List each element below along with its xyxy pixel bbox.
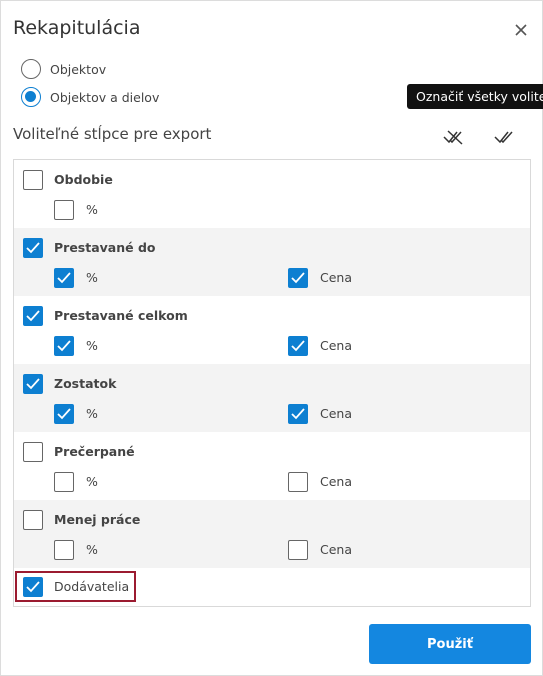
sub-label: Cena [320, 542, 353, 557]
group-obdobie: Obdobie % [14, 160, 530, 228]
select-all-icon[interactable] [493, 126, 515, 146]
checkbox-prestavane-do-cena[interactable] [288, 268, 308, 288]
sub-label: % [86, 270, 98, 285]
radio-objektov-a-dielov[interactable]: Objektov a dielov [21, 86, 159, 108]
sub-label: % [86, 406, 98, 421]
sub-label: % [86, 474, 98, 489]
radio-objektov[interactable]: Objektov [21, 58, 106, 80]
sub-label: % [86, 202, 98, 217]
checkbox-precerpane[interactable] [23, 442, 43, 462]
sub-label: Cena [320, 474, 353, 489]
checkbox-prestavane-celkom-percent[interactable] [54, 336, 74, 356]
checkbox-zostatok-cena[interactable] [288, 404, 308, 424]
close-icon[interactable] [511, 20, 531, 40]
deselect-all-icon[interactable] [442, 126, 464, 146]
highlight-box [15, 571, 136, 602]
select-all-tooltip: Označiť všetky voliteľné [407, 84, 543, 109]
group-label: Prečerpané [54, 444, 135, 459]
apply-button[interactable]: Použiť [369, 624, 531, 664]
checkbox-precerpane-cena[interactable] [288, 472, 308, 492]
group-label: Obdobie [54, 172, 113, 187]
radio-label: Objektov a dielov [50, 89, 160, 105]
checkbox-obdobie-percent[interactable] [54, 200, 74, 220]
radio-button[interactable] [21, 87, 41, 107]
sub-label: % [86, 338, 98, 353]
group-precerpane: Prečerpané % Cena [14, 432, 530, 500]
checkbox-obdobie[interactable] [23, 170, 43, 190]
group-zostatok: Zostatok % Cena [14, 364, 530, 432]
checkbox-zostatok[interactable] [23, 374, 43, 394]
group-prestavane-celkom: Prestavané celkom % Cena [14, 296, 530, 364]
group-label: Menej práce [54, 512, 141, 527]
radio-button[interactable] [21, 59, 41, 79]
checkbox-zostatok-percent[interactable] [54, 404, 74, 424]
dialog-title: Rekapitulácia [13, 17, 141, 39]
group-label: Prestavané celkom [54, 308, 188, 323]
checkbox-precerpane-percent[interactable] [54, 472, 74, 492]
section-title: Voliteľné stĺpce pre export [13, 125, 212, 143]
checkbox-menej-prace-cena[interactable] [288, 540, 308, 560]
group-menej-prace: Menej práce % Cena [14, 500, 530, 568]
checkbox-prestavane-celkom-cena[interactable] [288, 336, 308, 356]
sub-label: Cena [320, 406, 353, 421]
optional-columns-list: Obdobie % Prestavané do % Cena Prestavan… [13, 159, 531, 607]
checkbox-prestavane-do-percent[interactable] [54, 268, 74, 288]
group-prestavane-do: Prestavané do % Cena [14, 228, 530, 296]
checkbox-menej-prace[interactable] [23, 510, 43, 530]
sub-label: Cena [320, 338, 353, 353]
group-label: Zostatok [54, 376, 117, 391]
checkbox-menej-prace-percent[interactable] [54, 540, 74, 560]
group-label: Prestavané do [54, 240, 156, 255]
sub-label: Cena [320, 270, 353, 285]
checkbox-prestavane-celkom[interactable] [23, 306, 43, 326]
sub-label: % [86, 542, 98, 557]
export-dialog: Rekapitulácia Objektov Objektov a dielov… [0, 0, 543, 676]
radio-label: Objektov [50, 61, 107, 77]
checkbox-prestavane-do[interactable] [23, 238, 43, 258]
